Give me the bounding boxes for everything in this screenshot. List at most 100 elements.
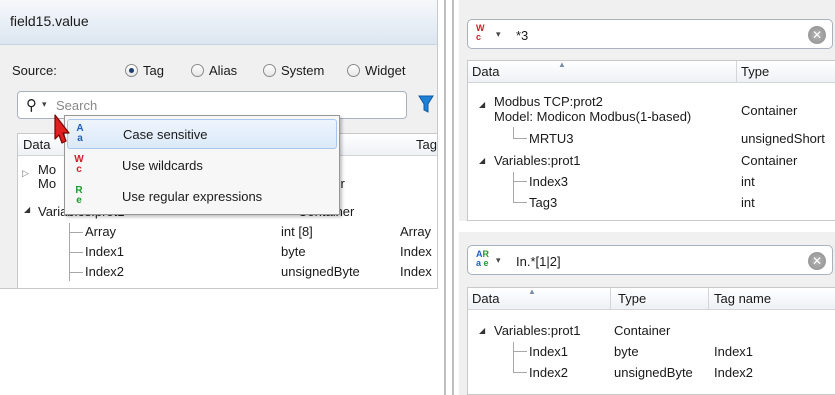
- column-header-data[interactable]: Data: [472, 64, 499, 79]
- tree-guide-line: [513, 181, 527, 182]
- tree-row-type: int [8]: [281, 224, 313, 239]
- wildcards-icon: Wc: [74, 154, 84, 175]
- tree-row-label[interactable]: Index1: [85, 244, 124, 259]
- search-input[interactable]: [516, 25, 796, 45]
- tree-header: ▲ Data Type: [468, 60, 835, 83]
- tree-row-label[interactable]: Variables:prot1: [494, 153, 580, 168]
- search-box: ARa e ▾ ✕: [467, 245, 833, 275]
- radio-system-indicator: [263, 64, 276, 77]
- menu-item-label: Case sensitive: [123, 127, 208, 142]
- tree-header: ▲ Data Type Tag name: [468, 287, 835, 310]
- tree-guide-line: [513, 172, 514, 202]
- regex-search-panel: ARa e ▾ ✕ ▲ Data Type Tag name ◢ Variabl…: [459, 232, 835, 395]
- tree-guide-line: [513, 342, 514, 372]
- search-input[interactable]: [56, 95, 396, 115]
- collapse-arrow-icon[interactable]: ◢: [479, 326, 485, 335]
- search-input[interactable]: [516, 251, 796, 271]
- case-sensitive-icon: Aa: [76, 123, 84, 144]
- clear-icon[interactable]: ✕: [808, 252, 826, 270]
- tree-row-type: byte: [614, 344, 639, 359]
- tree-row-label[interactable]: Mo: [38, 176, 56, 191]
- tree-row-type: Container: [741, 153, 798, 168]
- source-label: Source:: [12, 63, 57, 78]
- tree-row-tag: Index: [400, 244, 432, 259]
- divider: [444, 0, 446, 395]
- tree-row-label[interactable]: Index1: [529, 344, 568, 359]
- radio-alias-label: Alias: [209, 63, 238, 78]
- tree-row-type: unsignedShort: [741, 131, 825, 146]
- filter-dialog: field15.value Source: Tag Alias System W…: [0, 0, 438, 289]
- wildcards-icon[interactable]: Wc: [476, 24, 485, 42]
- menu-item-case-sensitive[interactable]: Aa Case sensitive: [67, 119, 337, 149]
- tree-row-label[interactable]: Mo: [38, 162, 56, 177]
- collapse-arrow-icon[interactable]: ◢: [479, 100, 485, 109]
- tree-row-label[interactable]: Variables:prot1: [494, 323, 580, 338]
- column-header-data[interactable]: Data: [472, 291, 499, 306]
- column-header-type[interactable]: Type: [741, 64, 769, 79]
- tree-guide-line: [69, 232, 83, 233]
- radio-tag-indicator: [125, 64, 138, 77]
- sort-ascending-icon: ▲: [528, 287, 536, 296]
- regex-icon[interactable]: AR a e: [476, 250, 489, 268]
- tree-row-tag: Index2: [714, 365, 754, 380]
- tree-row-label[interactable]: Tag3: [529, 195, 557, 210]
- tree-row-label[interactable]: Index2: [529, 365, 568, 380]
- expand-arrow-icon[interactable]: ▷: [22, 168, 29, 179]
- filter-icon[interactable]: [418, 93, 434, 115]
- menu-item-label: Use regular expressions: [122, 189, 263, 204]
- dialog-title: field15.value: [10, 13, 89, 29]
- column-separator[interactable]: [610, 288, 611, 310]
- search-icon[interactable]: ⚲: [26, 96, 37, 114]
- tree-row-label[interactable]: MRTU3: [529, 131, 574, 146]
- menu-item-label: Use wildcards: [122, 158, 203, 173]
- tree-row-type: int: [741, 195, 755, 210]
- wildcard-search-panel: Wc ▾ ✕ ▲ Data Type ◢ Modbus TCP:prot2 Mo…: [459, 0, 835, 221]
- tree-guide-line: [69, 252, 83, 253]
- tree-row-tag: Index: [400, 264, 432, 279]
- radio-tag-label: Tag: [143, 63, 164, 78]
- tree-guide-line: [513, 202, 527, 203]
- column-header-tag-name[interactable]: Tag n: [416, 137, 437, 152]
- chevron-down-icon[interactable]: ▾: [496, 29, 501, 40]
- chevron-down-icon[interactable]: ▾: [496, 255, 501, 266]
- data-tree: ▲ Data Type Tag name ◢ Variables:prot1 C…: [467, 287, 835, 395]
- search-mode-menu: Aa Case sensitive Wc Use wildcards Re Us…: [64, 115, 340, 215]
- column-header-tag-name[interactable]: Tag name: [714, 291, 771, 306]
- clear-icon[interactable]: ✕: [808, 26, 826, 44]
- menu-item-wildcards[interactable]: Wc Use wildcards: [67, 151, 337, 181]
- regex-icon: Re: [75, 185, 83, 206]
- radio-alias-indicator: [191, 64, 204, 77]
- menu-item-regular-expressions[interactable]: Re Use regular expressions: [67, 182, 337, 212]
- radio-widget-label: Widget: [365, 63, 406, 78]
- tree-row-tag: Index1: [714, 344, 754, 359]
- tree-guide-line: [513, 351, 527, 352]
- tree-row-tag: Array: [400, 224, 432, 239]
- search-box: Wc ▾ ✕: [467, 19, 833, 49]
- sort-ascending-icon: ▲: [558, 60, 566, 69]
- tree-row-label[interactable]: Model: Modicon Modbus(1-based): [494, 109, 691, 124]
- column-header-type[interactable]: Type: [618, 291, 646, 306]
- tree-row-type: unsignedByte: [614, 365, 693, 380]
- tree-guide-line: [513, 138, 527, 139]
- tree-row-type: Container: [614, 323, 671, 338]
- collapse-arrow-icon[interactable]: ◢: [479, 156, 485, 165]
- tree-row-label[interactable]: Array: [85, 224, 116, 239]
- divider: [452, 0, 454, 395]
- tree-guide-line: [69, 272, 83, 273]
- collapse-arrow-icon[interactable]: ◢: [24, 205, 30, 214]
- tree-row-type: byte: [281, 244, 306, 259]
- tree-row-type: int: [741, 174, 755, 189]
- dialog-title-bar: field15.value: [0, 0, 437, 45]
- tree-row-type: Container: [741, 103, 798, 118]
- tree-row-label[interactable]: Index3: [529, 174, 568, 189]
- tree-row-type: unsignedByte: [281, 264, 360, 279]
- column-separator[interactable]: [736, 61, 737, 83]
- tree-row-label[interactable]: Index2: [85, 264, 124, 279]
- pointer-cursor-icon: [54, 114, 70, 144]
- tree-row-label[interactable]: Modbus TCP:prot2: [494, 94, 603, 109]
- chevron-down-icon[interactable]: ▾: [42, 99, 47, 110]
- radio-widget-indicator: [347, 64, 360, 77]
- data-tree: ▲ Data Type ◢ Modbus TCP:prot2 Model: Mo…: [467, 60, 835, 221]
- tree-guide-line: [513, 372, 527, 373]
- column-separator[interactable]: [708, 288, 709, 310]
